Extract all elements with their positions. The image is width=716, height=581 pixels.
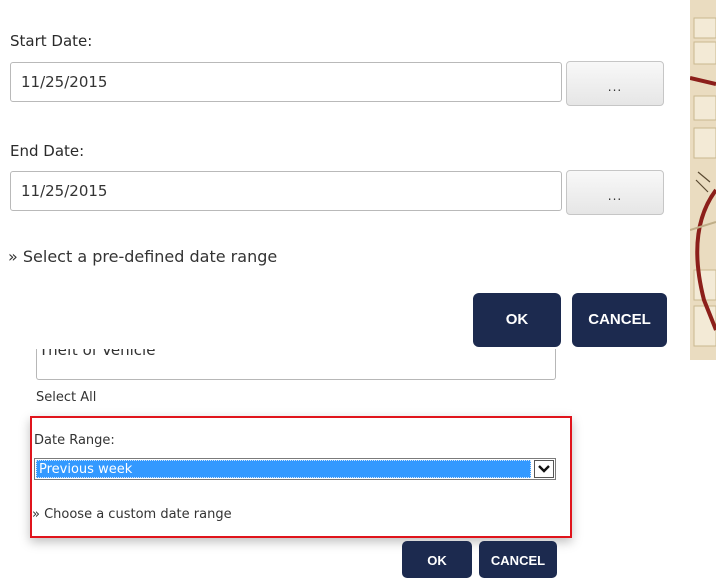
end-date-input[interactable]: 11/25/2015 (10, 171, 562, 211)
start-date-label: Start Date: (10, 32, 93, 50)
select-all-link[interactable]: Select All (36, 390, 96, 405)
start-date-picker-button[interactable]: ... (566, 61, 664, 106)
ok-button-bottom[interactable]: OK (402, 541, 472, 578)
predefined-range-link[interactable]: » Select a pre-defined date range (8, 247, 277, 266)
ok-button[interactable]: OK (473, 293, 561, 347)
date-range-label: Date Range: (34, 433, 115, 448)
end-date-label: End Date: (10, 142, 85, 160)
cancel-button[interactable]: CANCEL (572, 293, 667, 347)
chevron-down-icon[interactable] (534, 460, 554, 478)
incident-type-value: Theft of Vehicle (39, 349, 156, 359)
map-streets-graphic (690, 0, 716, 360)
start-date-input[interactable]: 11/25/2015 (10, 62, 562, 102)
custom-range-link[interactable]: » Choose a custom date range (32, 507, 232, 522)
cancel-button-bottom[interactable]: CANCEL (479, 541, 557, 578)
end-date-picker-button[interactable]: ... (566, 170, 664, 215)
incident-type-field[interactable]: Theft of Vehicle (36, 349, 556, 380)
date-range-select[interactable]: Previous week (34, 458, 556, 480)
map-background (690, 0, 716, 360)
date-range-selected-option: Previous week (36, 460, 531, 478)
